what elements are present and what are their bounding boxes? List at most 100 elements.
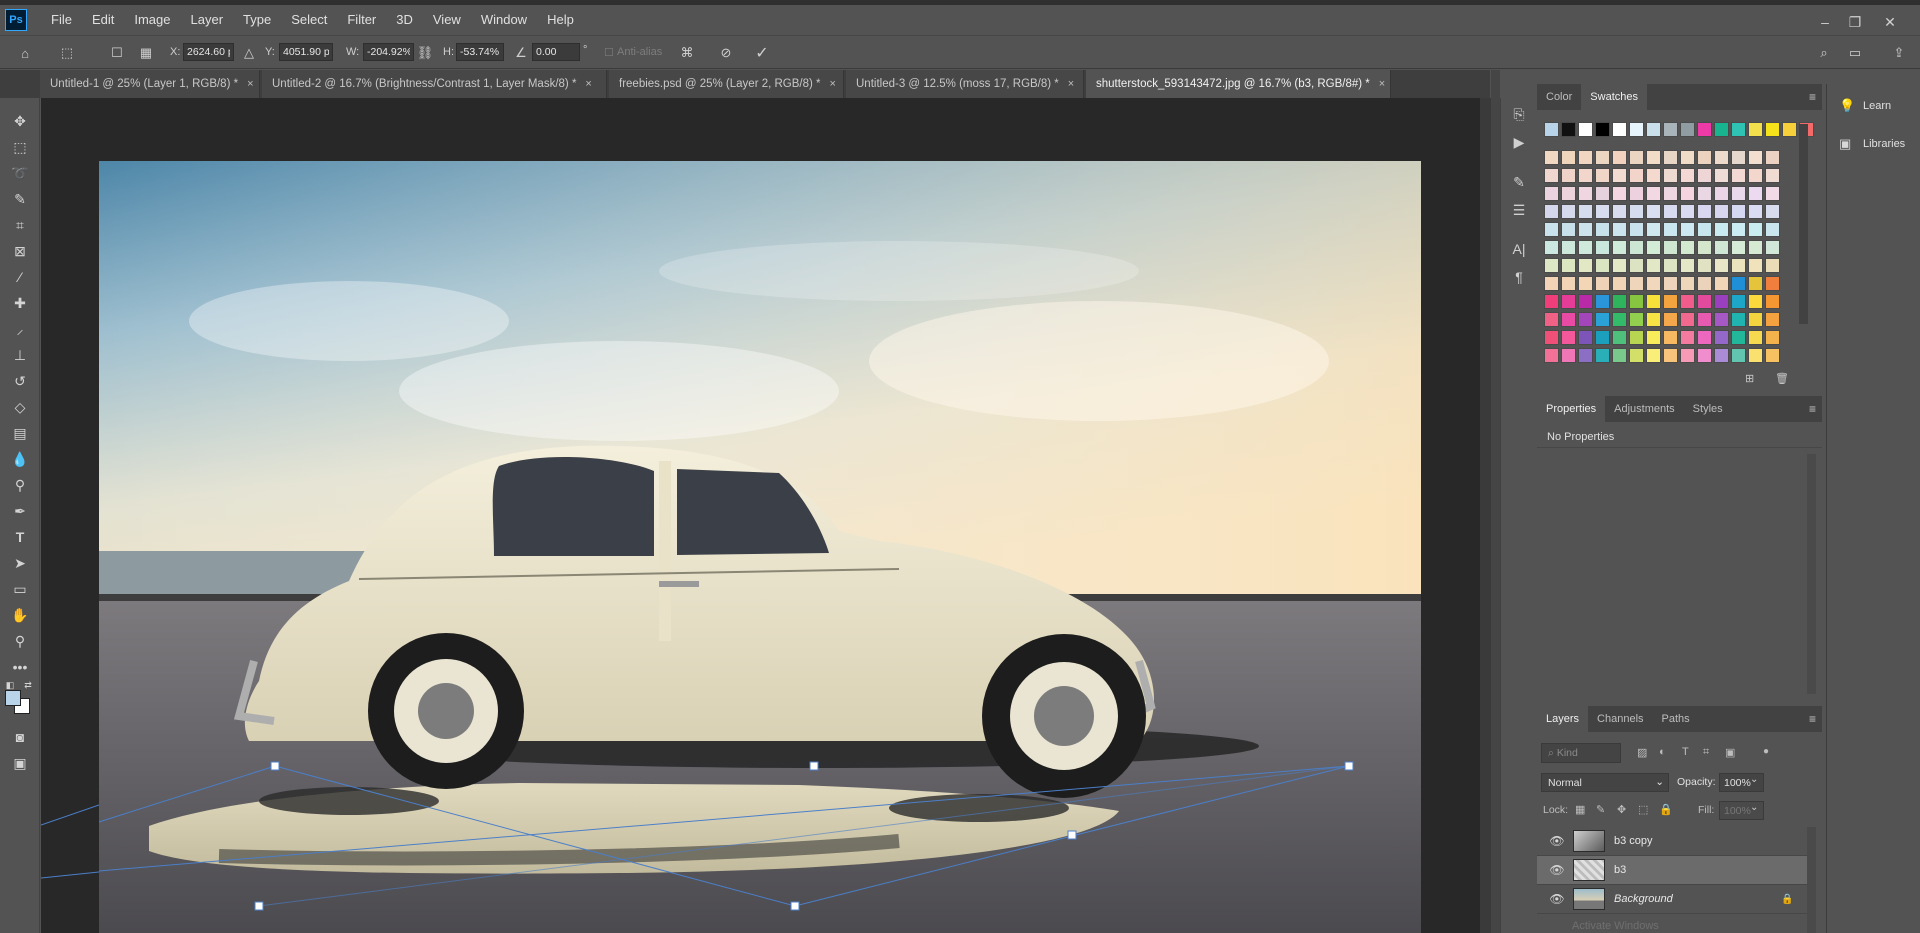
swatch[interactable] xyxy=(1663,150,1678,165)
x-field[interactable] xyxy=(183,43,234,61)
swatch[interactable] xyxy=(1646,294,1661,309)
lock-pixels-icon[interactable]: ✎ xyxy=(1596,803,1605,816)
swatch[interactable] xyxy=(1714,240,1729,255)
swatch[interactable] xyxy=(1714,150,1729,165)
swatch[interactable] xyxy=(1714,204,1729,219)
panel-collapse-strip[interactable] xyxy=(1491,70,1500,933)
swatch[interactable] xyxy=(1629,312,1644,327)
swatch[interactable] xyxy=(1663,186,1678,201)
swatch[interactable] xyxy=(1646,150,1661,165)
swatch[interactable] xyxy=(1680,222,1695,237)
swatch[interactable] xyxy=(1748,168,1763,183)
transform-handle[interactable] xyxy=(1344,761,1354,771)
swatch[interactable] xyxy=(1595,348,1610,363)
swatch[interactable] xyxy=(1595,150,1610,165)
swatch[interactable] xyxy=(1731,312,1746,327)
swatch[interactable] xyxy=(1680,240,1695,255)
layer-row[interactable]: 👁 b3 copy xyxy=(1537,827,1807,856)
swatch[interactable] xyxy=(1765,312,1780,327)
swatch[interactable] xyxy=(1595,294,1610,309)
transform-mode-icon[interactable]: ⬚ xyxy=(58,44,76,62)
tab-untitled-3[interactable]: Untitled-3 @ 12.5% (moss 17, RGB/8) * × xyxy=(846,70,1084,98)
tab-freebies[interactable]: freebies.psd @ 25% (Layer 2, RGB/8) * × xyxy=(609,70,844,98)
close-tab-icon[interactable]: × xyxy=(830,78,836,90)
swatch[interactable] xyxy=(1663,122,1678,137)
swatch[interactable] xyxy=(1629,204,1644,219)
swatch[interactable] xyxy=(1663,276,1678,291)
paragraph-panel-icon[interactable]: ¶ xyxy=(1508,266,1530,288)
swatch[interactable] xyxy=(1544,348,1559,363)
y-field[interactable] xyxy=(279,43,333,61)
swatch[interactable] xyxy=(1663,330,1678,345)
swatch[interactable] xyxy=(1680,150,1695,165)
swatch[interactable] xyxy=(1765,240,1780,255)
transform-handle[interactable] xyxy=(254,901,264,911)
swatch[interactable] xyxy=(1765,294,1780,309)
tab-paths[interactable]: Paths xyxy=(1653,706,1699,732)
swatch[interactable] xyxy=(1578,150,1593,165)
workspace-icon[interactable]: ▭ xyxy=(1846,44,1864,62)
swatch[interactable] xyxy=(1714,168,1729,183)
blend-mode-select[interactable]: Normal ⌄ xyxy=(1541,773,1669,792)
swatch[interactable] xyxy=(1714,348,1729,363)
swatch[interactable] xyxy=(1748,150,1763,165)
swatch[interactable] xyxy=(1561,294,1576,309)
swatch[interactable] xyxy=(1731,330,1746,345)
swatch[interactable] xyxy=(1629,122,1644,137)
actions-panel-icon[interactable]: ▶ xyxy=(1508,131,1530,153)
swatch[interactable] xyxy=(1578,294,1593,309)
swatch[interactable] xyxy=(1612,312,1627,327)
swatch[interactable] xyxy=(1629,168,1644,183)
swatch[interactable] xyxy=(1561,222,1576,237)
swatch[interactable] xyxy=(1544,258,1559,273)
marquee-tool-icon[interactable]: ⬚ xyxy=(9,136,31,158)
close-tab-icon[interactable]: × xyxy=(1379,78,1385,90)
swatch[interactable] xyxy=(1595,276,1610,291)
swatch[interactable] xyxy=(1612,222,1627,237)
menu-filter[interactable]: Filter xyxy=(337,5,386,35)
menu-window[interactable]: Window xyxy=(471,5,537,35)
move-tool-icon[interactable]: ✥ xyxy=(9,110,31,132)
swatch[interactable] xyxy=(1544,240,1559,255)
search-icon[interactable]: ⌕ xyxy=(1815,44,1833,62)
filter-type-icon[interactable]: T xyxy=(1682,746,1689,758)
swatch[interactable] xyxy=(1765,276,1780,291)
swatch[interactable] xyxy=(1697,258,1712,273)
panel-menu-icon[interactable]: ≡ xyxy=(1809,402,1816,416)
swatch[interactable] xyxy=(1731,294,1746,309)
share-icon[interactable]: ⇪ xyxy=(1890,44,1908,62)
swatch[interactable] xyxy=(1595,240,1610,255)
layer-row[interactable]: 👁 Background 🔒 xyxy=(1537,885,1807,914)
swatch[interactable] xyxy=(1612,122,1627,137)
swatch[interactable] xyxy=(1765,150,1780,165)
swatch[interactable] xyxy=(1629,150,1644,165)
tab-untitled-2[interactable]: Untitled-2 @ 16.7% (Brightness/Contrast … xyxy=(262,70,607,98)
new-swatch-icon[interactable]: ⊞ xyxy=(1745,372,1754,385)
antialias-checkbox[interactable]: ☐ xyxy=(604,46,614,59)
swatch[interactable] xyxy=(1663,222,1678,237)
tab-adjustments[interactable]: Adjustments xyxy=(1605,396,1684,422)
swatch[interactable] xyxy=(1578,258,1593,273)
panel-menu-icon[interactable]: ≡ xyxy=(1809,712,1816,726)
swatch[interactable] xyxy=(1561,150,1576,165)
swatch[interactable] xyxy=(1748,186,1763,201)
swatch[interactable] xyxy=(1714,294,1729,309)
reference-grid-icon[interactable]: ▦ xyxy=(137,44,155,62)
swatch[interactable] xyxy=(1748,294,1763,309)
rectangle-tool-icon[interactable]: ▭ xyxy=(9,578,31,600)
swatch[interactable] xyxy=(1578,122,1593,137)
filter-pixel-icon[interactable]: ▨ xyxy=(1637,746,1647,759)
swatch[interactable] xyxy=(1765,186,1780,201)
swatch[interactable] xyxy=(1714,222,1729,237)
swatch[interactable] xyxy=(1595,122,1610,137)
type-tool-icon[interactable]: T xyxy=(9,526,31,548)
swatch[interactable] xyxy=(1714,276,1729,291)
warp-icon[interactable]: ⌘ xyxy=(678,44,696,62)
transform-handle[interactable] xyxy=(809,761,819,771)
swatch[interactable] xyxy=(1578,222,1593,237)
swatch[interactable] xyxy=(1578,330,1593,345)
tab-properties[interactable]: Properties xyxy=(1537,396,1606,422)
swatch[interactable] xyxy=(1748,222,1763,237)
filter-toggle-icon[interactable]: ● xyxy=(1763,746,1769,757)
filter-shape-icon[interactable]: ⌗ xyxy=(1703,746,1709,759)
